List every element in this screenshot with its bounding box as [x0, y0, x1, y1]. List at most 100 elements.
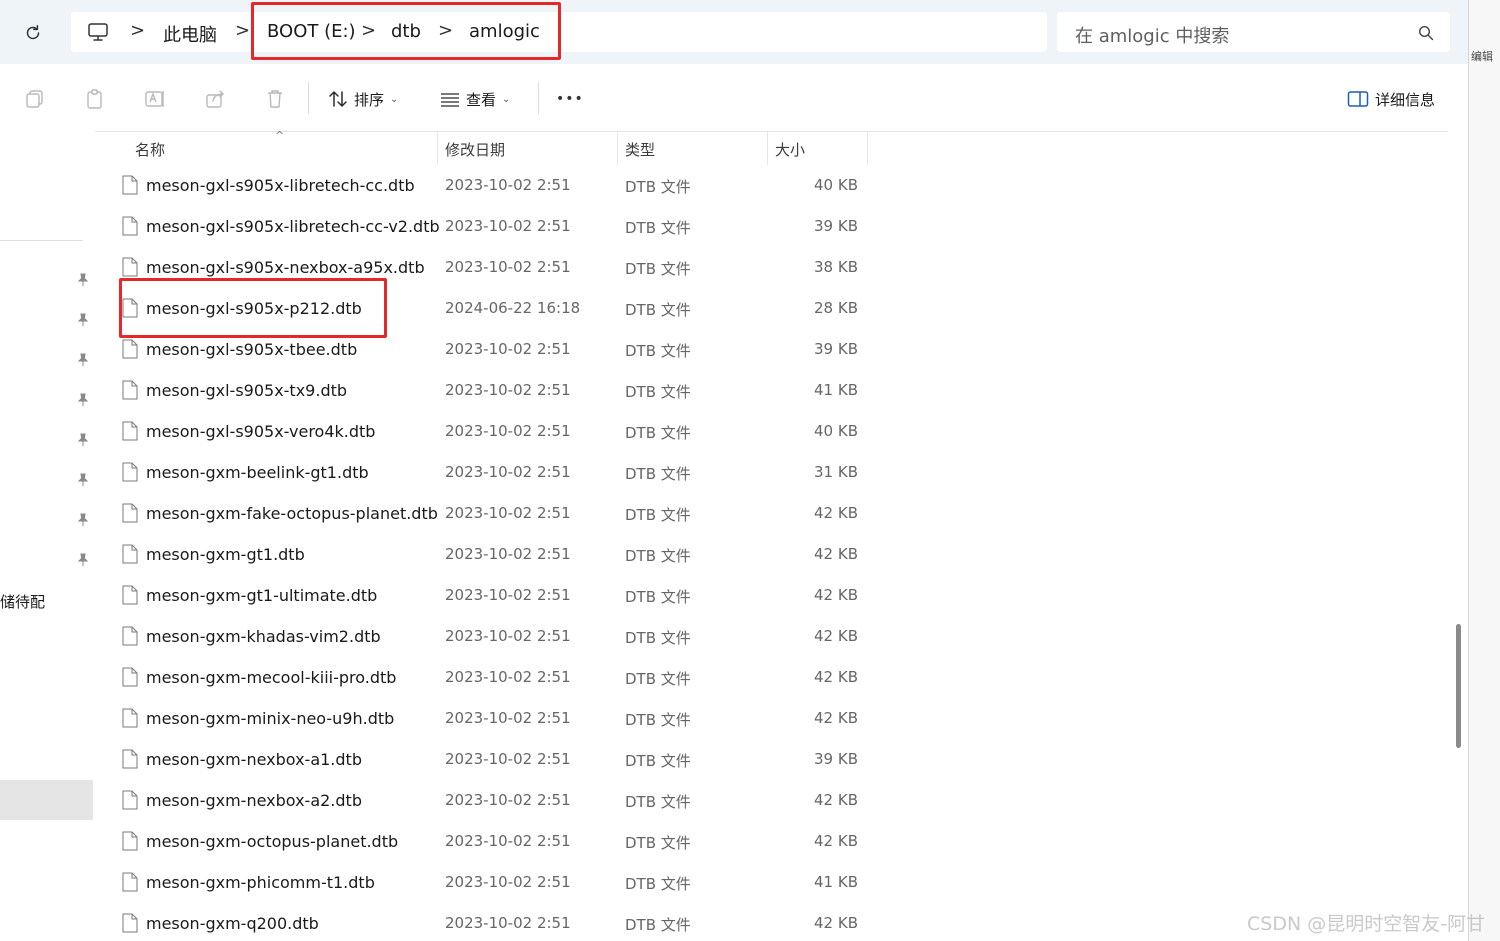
file-icon — [122, 175, 138, 195]
sort-button[interactable]: 排序 ⌄ — [328, 88, 398, 110]
column-resize-handle[interactable] — [617, 131, 618, 165]
background-window-label: 编辑 — [1471, 50, 1493, 63]
vertical-scrollbar[interactable] — [1448, 131, 1468, 941]
file-size: 42 KB — [814, 545, 858, 563]
column-header-row: ^ 名称 修改日期 类型 大小 — [95, 131, 875, 165]
file-icon — [122, 708, 138, 728]
file-modified: 2023-10-02 2:51 — [445, 832, 571, 850]
file-size: 42 KB — [814, 709, 858, 727]
file-row[interactable]: meson-gxm-gt1.dtb 2023-10-02 2:51 DTB 文件 42… — [95, 534, 875, 575]
file-row[interactable]: meson-gxm-minix-neo-u9h.dtb 2023-10-02 2:… — [95, 698, 875, 739]
file-row[interactable]: meson-gxm-q200.dtb 2023-10-02 2:51 DTB 文件 4… — [95, 903, 875, 941]
file-row[interactable]: meson-gxl-s905x-tx9.dtb 2023-10-02 2:51 DT… — [95, 370, 875, 411]
details-pane-button[interactable]: 详细信息 — [1347, 88, 1435, 110]
navigation-pane: 储待配 — [0, 131, 95, 941]
file-row[interactable]: meson-gxm-nexbox-a1.dtb 2023-10-02 2:51 DT… — [95, 739, 875, 780]
file-name: meson-gxm-nexbox-a2.dtb — [146, 791, 362, 810]
nav-divider — [0, 240, 83, 241]
file-row[interactable]: meson-gxm-fake-octopus-planet.dtb 2023-10… — [95, 493, 875, 534]
file-size: 42 KB — [814, 914, 858, 932]
file-modified: 2023-10-02 2:51 — [445, 791, 571, 809]
view-button[interactable]: 查看 ⌄ — [440, 88, 510, 110]
file-modified: 2023-10-02 2:51 — [445, 709, 571, 727]
file-row[interactable]: meson-gxm-beelink-gt1.dtb 2023-10-02 2:51… — [95, 452, 875, 493]
file-name: meson-gxm-octopus-planet.dtb — [146, 832, 399, 851]
this-pc-icon — [88, 23, 108, 41]
pin-icon[interactable] — [76, 273, 90, 287]
file-icon — [122, 790, 138, 810]
file-size: 42 KB — [814, 586, 858, 604]
file-size: 42 KB — [814, 668, 858, 686]
file-name: meson-gxm-gt1.dtb — [146, 545, 305, 564]
file-modified: 2023-10-02 2:51 — [445, 750, 571, 768]
file-row[interactable]: meson-gxm-nexbox-a2.dtb 2023-10-02 2:51 DT… — [95, 780, 875, 821]
file-size: 42 KB — [814, 504, 858, 522]
file-icon — [122, 216, 138, 236]
nav-item-selected[interactable] — [0, 780, 93, 820]
column-header-modified[interactable]: 修改日期 — [445, 139, 505, 160]
nav-item-partial[interactable]: 储待配 — [0, 591, 45, 612]
file-name: meson-gxm-beelink-gt1.dtb — [146, 463, 369, 482]
file-row[interactable]: meson-gxm-gt1-ultimate.dtb 2023-10-02 2:5… — [95, 575, 875, 616]
file-size: 42 KB — [814, 832, 858, 850]
column-header-type[interactable]: 类型 — [625, 139, 655, 160]
pin-icon[interactable] — [76, 473, 90, 487]
rename-icon[interactable] — [144, 88, 166, 110]
file-type: DTB 文件 — [625, 301, 691, 319]
column-resize-handle[interactable] — [437, 131, 438, 165]
breadcrumb-separator[interactable]: > — [235, 20, 250, 41]
file-type: DTB 文件 — [625, 178, 691, 196]
file-type: DTB 文件 — [625, 588, 691, 606]
file-name: meson-gxm-phicomm-t1.dtb — [146, 873, 375, 892]
file-type: DTB 文件 — [625, 547, 691, 565]
share-icon[interactable] — [204, 88, 226, 110]
file-icon — [122, 462, 138, 482]
chevron-down-icon: ⌄ — [502, 93, 511, 105]
pin-icon[interactable] — [76, 513, 90, 527]
file-row[interactable]: meson-gxm-phicomm-t1.dtb 2023-10-02 2:51 D… — [95, 862, 875, 903]
file-icon — [122, 626, 138, 646]
file-type: DTB 文件 — [625, 424, 691, 442]
pin-icon[interactable] — [76, 353, 90, 367]
pin-icon[interactable] — [76, 433, 90, 447]
file-row[interactable]: meson-gxm-mecool-kiii-pro.dtb 2023-10-02 … — [95, 657, 875, 698]
file-size: 38 KB — [814, 258, 858, 276]
copy-icon[interactable] — [24, 88, 46, 110]
column-resize-handle[interactable] — [867, 131, 868, 165]
file-name: meson-gxl-s905x-tbee.dtb — [146, 340, 358, 359]
more-options-button[interactable]: ••• — [556, 88, 584, 110]
column-header-size[interactable]: 大小 — [775, 139, 805, 160]
pin-icon[interactable] — [76, 313, 90, 327]
file-icon — [122, 339, 138, 359]
file-modified: 2023-10-02 2:51 — [445, 217, 571, 235]
file-type: DTB 文件 — [625, 670, 691, 688]
breadcrumb-this-pc[interactable]: 此电脑 — [163, 21, 217, 47]
column-resize-handle[interactable] — [767, 131, 768, 165]
paste-icon[interactable] — [84, 88, 106, 110]
file-row[interactable]: meson-gxm-khadas-vim2.dtb 2023-10-02 2:51… — [95, 616, 875, 657]
pin-icon[interactable] — [76, 393, 90, 407]
file-type: DTB 文件 — [625, 875, 691, 893]
file-name: meson-gxm-khadas-vim2.dtb — [146, 627, 381, 646]
file-row[interactable]: meson-gxl-s905x-libretech-cc-v2.dtb 2023-… — [95, 206, 875, 247]
file-row[interactable]: meson-gxl-s905x-libretech-cc.dtb 2023-10-… — [95, 165, 875, 206]
breadcrumb-separator[interactable]: > — [130, 20, 145, 41]
file-row[interactable]: meson-gxm-octopus-planet.dtb 2023-10-02 2… — [95, 821, 875, 862]
file-name: meson-gxm-mecool-kiii-pro.dtb — [146, 668, 397, 687]
scrollbar-thumb[interactable] — [1456, 624, 1461, 748]
refresh-button[interactable] — [20, 20, 46, 46]
file-size: 42 KB — [814, 791, 858, 809]
file-list: ^ 名称 修改日期 类型 大小 meson-gxl-s905x-libretec… — [95, 131, 1448, 941]
file-row[interactable]: meson-gxl-s905x-vero4k.dtb 2023-10-02 2:5… — [95, 411, 875, 452]
file-type: DTB 文件 — [625, 916, 691, 934]
search-box[interactable]: 在 amlogic 中搜索 — [1057, 12, 1450, 52]
pin-icon[interactable] — [76, 553, 90, 567]
column-header-name[interactable]: 名称 — [135, 139, 165, 160]
file-type: DTB 文件 — [625, 506, 691, 524]
file-type: DTB 文件 — [625, 793, 691, 811]
file-icon — [122, 913, 138, 933]
file-type: DTB 文件 — [625, 465, 691, 483]
delete-icon[interactable] — [264, 88, 286, 110]
view-list-icon — [441, 93, 459, 107]
background-window-edge — [1468, 0, 1500, 941]
